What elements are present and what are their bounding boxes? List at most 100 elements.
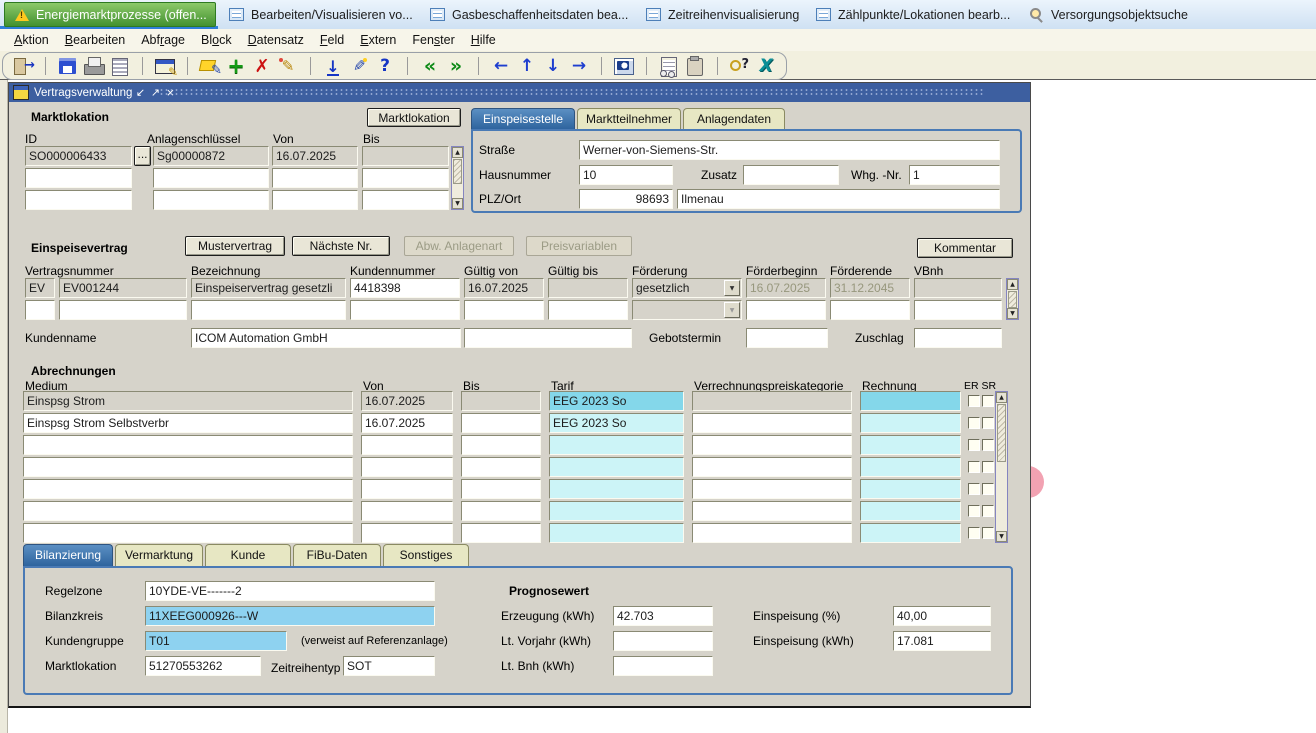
er-checkbox[interactable] (968, 527, 980, 539)
sr-checkbox[interactable] (982, 417, 994, 429)
abrechnung-von-field[interactable] (361, 501, 453, 521)
er-checkbox[interactable] (968, 461, 980, 473)
sr-checkbox[interactable] (982, 483, 994, 495)
menu-fenster[interactable]: Fenster (404, 31, 462, 49)
bilanzkreis-field[interactable]: 11XEEG000926---W (145, 606, 435, 626)
abrechnung-von-field[interactable] (361, 479, 453, 499)
abrechnung-rechnung-field[interactable] (860, 479, 961, 499)
form-query-icon[interactable] (153, 55, 177, 77)
abrechnung-rechnung-field[interactable] (860, 457, 961, 477)
tab-bilanzierung[interactable]: Bilanzierung (23, 544, 113, 566)
scroll-down-icon[interactable]: ▼ (996, 531, 1007, 542)
keys-icon[interactable] (728, 55, 752, 77)
enter-query-icon[interactable] (198, 55, 222, 77)
save-icon[interactable] (56, 55, 80, 77)
abrechnung-verrechnungspreiskategorie-field[interactable] (692, 413, 852, 433)
abrechnung-verrechnungspreiskategorie-field[interactable] (692, 501, 852, 521)
nav-up-icon[interactable] (515, 55, 539, 77)
abrechnung-tarif-field[interactable]: EEG 2023 So (549, 391, 684, 411)
abrechnung-rechnung-field[interactable] (860, 391, 961, 411)
abrechnung-medium-field[interactable]: Einspsg Strom (23, 391, 353, 411)
abrechnung-verrechnungspreiskategorie-field[interactable] (692, 435, 852, 455)
scroll-up-icon[interactable]: ▲ (996, 392, 1007, 403)
menu-datensatz[interactable]: Datensatz (240, 31, 312, 49)
abrechnung-von-field[interactable]: 16.07.2025 (361, 391, 453, 411)
sr-checkbox[interactable] (982, 395, 994, 407)
abrechnung-tarif-field[interactable] (549, 457, 684, 477)
lov-icon[interactable] (657, 55, 681, 77)
window-icon[interactable] (612, 55, 636, 77)
regelzone-field[interactable]: 10YDE-VE-------2 (145, 581, 435, 601)
delete-record-icon[interactable] (250, 55, 274, 77)
tab-kunde[interactable]: Kunde (205, 544, 291, 566)
abrechnung-bis-field[interactable] (461, 457, 541, 477)
abrechnung-verrechnungspreiskategorie-field[interactable] (692, 391, 852, 411)
menu-abfrage[interactable]: Abfrage (133, 31, 193, 49)
vorjahr-field[interactable] (613, 631, 713, 651)
abrechnung-rechnung-field[interactable] (860, 501, 961, 521)
app-tab[interactable]: Zählpunkte/Lokationen bearb... (806, 2, 1014, 27)
abrechnung-rechnung-field[interactable] (860, 413, 961, 433)
update-record-icon[interactable] (276, 55, 300, 77)
er-checkbox[interactable] (968, 417, 980, 429)
abrechnung-bis-field[interactable] (461, 413, 541, 433)
edit-icon[interactable] (347, 55, 371, 77)
er-checkbox[interactable] (968, 483, 980, 495)
abrechnung-bis-field[interactable] (461, 435, 541, 455)
abrechnung-von-field[interactable] (361, 457, 453, 477)
paste-icon[interactable] (683, 55, 707, 77)
abrechnung-medium-field[interactable]: Einspsg Strom Selbstverbr (23, 413, 353, 433)
er-checkbox[interactable] (968, 439, 980, 451)
abrechnung-bis-field[interactable] (461, 391, 541, 411)
list-icon[interactable] (108, 55, 132, 77)
abrechnung-medium-field[interactable] (23, 479, 353, 499)
erzeugung-field[interactable]: 42.703 (613, 606, 713, 626)
next-block-icon[interactable] (444, 55, 468, 77)
abrechnung-tarif-field[interactable] (549, 523, 684, 543)
abrechnung-medium-field[interactable] (23, 501, 353, 521)
nav-right-icon[interactable] (567, 55, 591, 77)
abrechnung-von-field[interactable]: 16.07.2025 (361, 413, 453, 433)
abrechnungen-scrollbar[interactable]: ▲ ▼ (995, 391, 1008, 543)
app-tab[interactable]: Energiemarktprozesse (offen...× (4, 2, 216, 27)
prev-block-icon[interactable] (418, 55, 442, 77)
menu-extern[interactable]: Extern (352, 31, 404, 49)
kundengruppe-field[interactable]: T01 (145, 631, 287, 651)
tab-fibu-daten[interactable]: FiBu-Daten (293, 544, 381, 566)
insert-record-icon[interactable] (224, 55, 248, 77)
app-tab[interactable]: Gasbeschaffenheitsdaten bea... (420, 2, 630, 27)
sr-checkbox[interactable] (982, 461, 994, 473)
nav-down-icon[interactable] (541, 55, 565, 77)
abrechnung-verrechnungspreiskategorie-field[interactable] (692, 457, 852, 477)
menu-hilfe[interactable]: Hilfe (463, 31, 504, 49)
export-excel-icon[interactable] (754, 55, 778, 77)
abrechnung-rechnung-field[interactable] (860, 435, 961, 455)
abrechnung-von-field[interactable] (361, 435, 453, 455)
execute-query-icon[interactable] (321, 55, 345, 77)
abrechnung-verrechnungspreiskategorie-field[interactable] (692, 479, 852, 499)
zeitreihentyp-field[interactable]: SOT (343, 656, 435, 676)
sr-checkbox[interactable] (982, 439, 994, 451)
menu-block[interactable]: Block (193, 31, 240, 49)
exit-icon[interactable] (11, 55, 35, 77)
sr-checkbox[interactable] (982, 527, 994, 539)
bnh-field[interactable] (613, 656, 713, 676)
menu-feld[interactable]: Feld (312, 31, 352, 49)
menu-aktion[interactable]: Aktion (6, 31, 57, 49)
help-icon[interactable] (373, 55, 397, 77)
abrechnung-tarif-field[interactable] (549, 479, 684, 499)
abrechnung-bis-field[interactable] (461, 523, 541, 543)
abrechnung-von-field[interactable] (361, 523, 453, 543)
einspeisung-kwh-field[interactable]: 17.081 (893, 631, 991, 651)
abrechnung-tarif-field[interactable] (549, 435, 684, 455)
tab-vermarktung[interactable]: Vermarktung (115, 544, 203, 566)
sr-checkbox[interactable] (982, 505, 994, 517)
abrechnung-medium-field[interactable] (23, 457, 353, 477)
scroll-thumb[interactable] (997, 404, 1006, 462)
er-checkbox[interactable] (968, 505, 980, 517)
print-icon[interactable] (82, 55, 106, 77)
abrechnung-medium-field[interactable] (23, 435, 353, 455)
app-tab[interactable]: Zeitreihenvisualisierung (636, 2, 800, 27)
abrechnung-bis-field[interactable] (461, 479, 541, 499)
einspeisung-pct-field[interactable]: 40,00 (893, 606, 991, 626)
